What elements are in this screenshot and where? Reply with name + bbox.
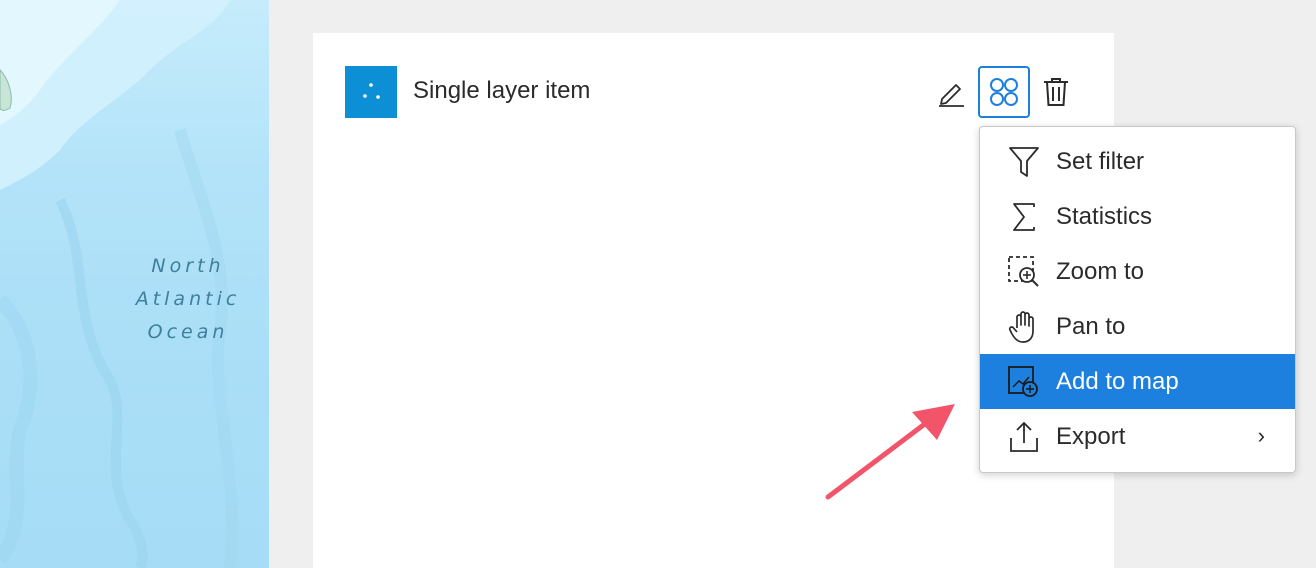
ocean-label: North Atlantic Ocean [118,250,258,349]
ocean-label-line: Ocean [147,321,229,343]
layer-title[interactable]: Single layer item [413,73,590,109]
ocean-label-line: North [151,255,225,277]
menu-item-add-to-map[interactable]: Add to map [980,354,1295,409]
menu-item-label: Export [1056,422,1126,450]
zoom-to-icon [1006,254,1042,290]
sigma-icon [1006,199,1042,235]
delete-button[interactable] [1030,66,1082,118]
add-to-map-icon [1006,364,1042,400]
menu-item-export[interactable]: Export › [980,409,1295,464]
menu-item-label: Set filter [1056,147,1145,175]
pencil-icon [939,84,964,107]
layer-thumbnail [345,66,397,118]
grid-circles-icon [990,78,1018,106]
menu-item-set-filter[interactable]: Set filter [980,134,1295,189]
actions-menu-button[interactable] [978,66,1030,118]
filter-icon [1006,144,1042,180]
menu-item-zoom-to[interactable]: Zoom to [980,244,1295,299]
menu-item-label: Add to map [1056,367,1179,395]
trash-icon [1044,78,1068,106]
menu-item-label: Statistics [1056,202,1153,230]
layer-actions-menu: Set filter Statistics Zoom to Pan to Add… [979,126,1296,473]
chevron-right-icon: › [1257,423,1265,448]
menu-item-label: Pan to [1056,312,1126,340]
map-view[interactable]: North Atlantic Ocean [0,0,269,568]
point-layer-icon [363,83,380,99]
menu-item-pan-to[interactable]: Pan to [980,299,1295,354]
menu-item-statistics[interactable]: Statistics [980,189,1295,244]
export-icon [1006,419,1042,455]
ocean-label-line: Atlantic [135,288,241,310]
menu-item-label: Zoom to [1056,257,1145,285]
hand-icon [1006,309,1042,345]
edit-button[interactable] [925,66,977,118]
